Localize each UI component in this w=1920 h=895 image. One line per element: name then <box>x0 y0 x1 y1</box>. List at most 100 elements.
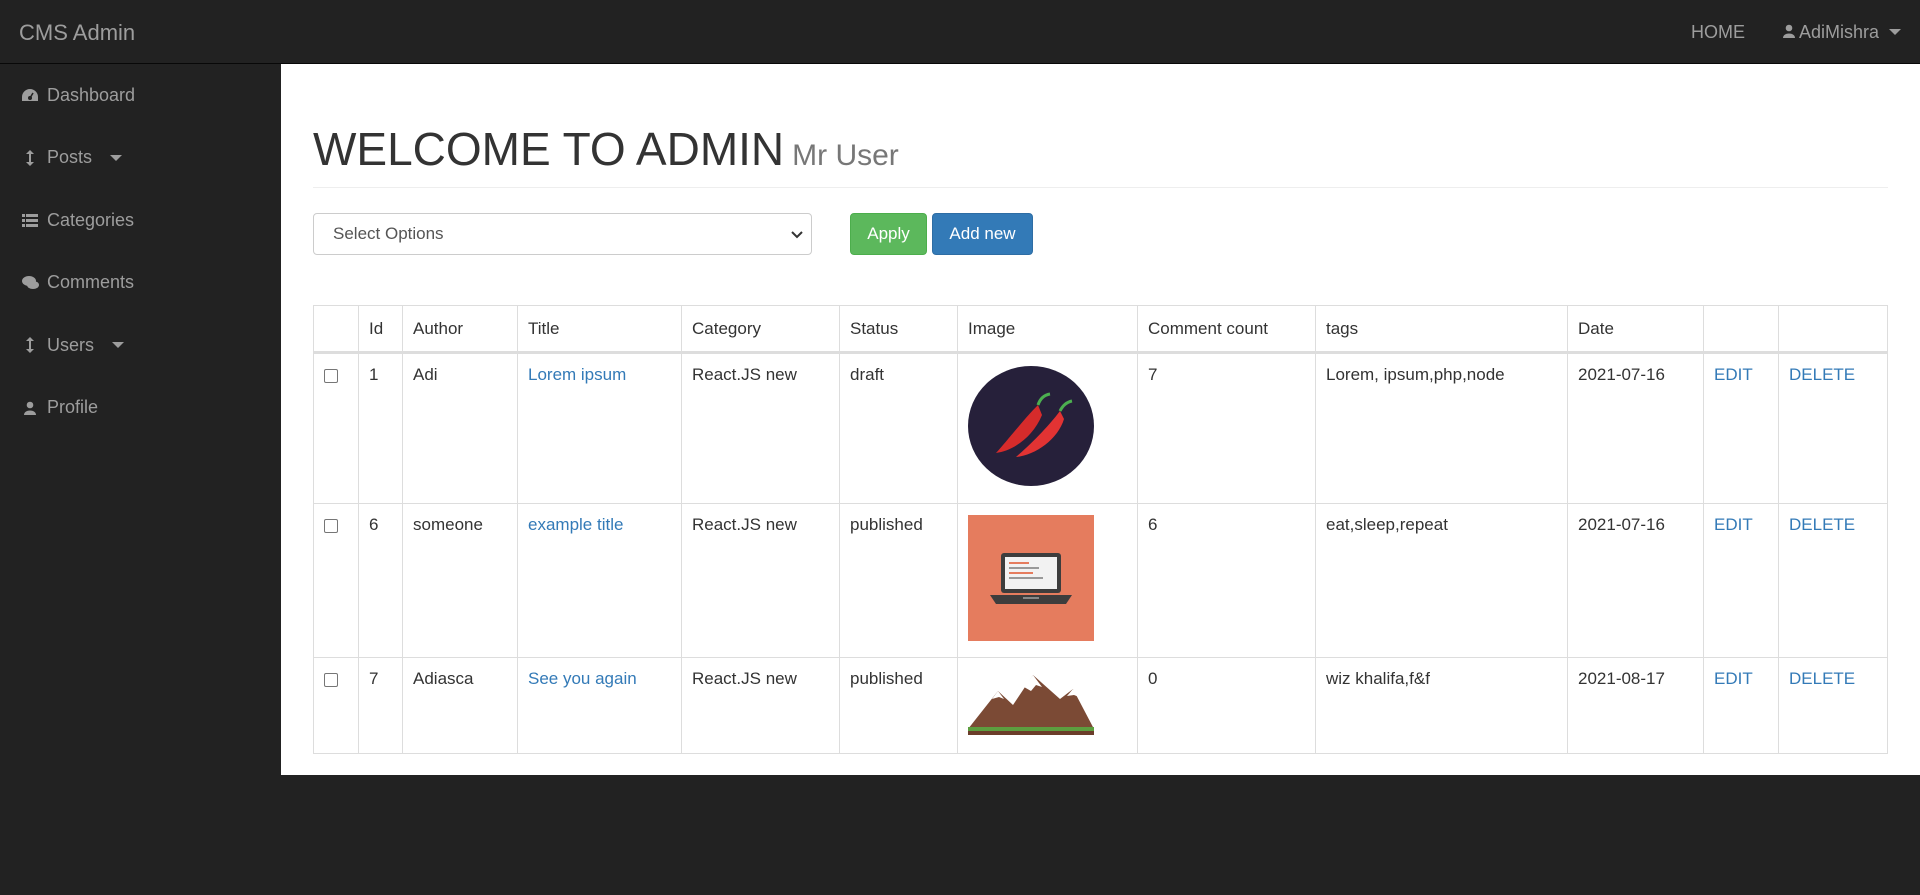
delete-link[interactable]: DELETE <box>1789 365 1855 384</box>
header-edit-col <box>1703 305 1779 354</box>
posts-table: Id Author Title Category Status Image Co… <box>313 305 1888 754</box>
cell-tags: eat,sleep,repeat <box>1315 503 1568 658</box>
page-header: WELCOME TO ADMIN Mr User <box>313 124 1888 188</box>
cell-tags: Lorem, ipsum,php,node <box>1315 352 1568 504</box>
cell-title: Lorem ipsum <box>517 352 682 504</box>
header-status: Status <box>839 305 958 354</box>
table-header-row: Id Author Title Category Status Image Co… <box>313 305 1888 354</box>
delete-link[interactable]: DELETE <box>1789 669 1855 688</box>
cell-status: published <box>839 503 958 658</box>
edit-link[interactable]: EDIT <box>1714 365 1753 384</box>
sidebar-item-label: Users <box>47 334 95 355</box>
apply-button[interactable]: Apply <box>850 213 927 255</box>
sidebar-item-comments[interactable]: Comments <box>0 252 281 315</box>
sidebar-item-label: Dashboard <box>47 84 136 105</box>
main-content: WELCOME TO ADMIN Mr User Select Options A… <box>281 64 1920 775</box>
cell-category: React.JS new <box>681 657 840 754</box>
cell-status: draft <box>839 352 958 504</box>
user-name: AdiMishra <box>1798 21 1879 42</box>
cell-tags: wiz khalifa,f&f <box>1315 657 1568 754</box>
sidebar-item-users[interactable]: Users <box>0 314 281 377</box>
cell-date: 2021-07-16 <box>1567 352 1704 504</box>
row-select-cell <box>313 352 359 504</box>
add-new-button[interactable]: Add new <box>932 213 1033 255</box>
header-tags: tags <box>1315 305 1568 354</box>
header-category: Category <box>681 305 840 354</box>
page-title-text: WELCOME TO ADMIN <box>313 123 785 175</box>
bulk-options-select[interactable]: Select Options <box>313 213 812 255</box>
cell-image <box>957 657 1138 754</box>
header-image: Image <box>957 305 1138 354</box>
cell-edit: EDIT <box>1703 657 1779 754</box>
cell-category: React.JS new <box>681 352 840 504</box>
home-link-label: HOME <box>1690 21 1745 42</box>
user-icon <box>1782 22 1795 43</box>
header-comment-count: Comment count <box>1137 305 1316 354</box>
chili-peppers-image <box>968 366 1094 486</box>
cell-comment-count: 0 <box>1137 657 1316 754</box>
arrows-v-icon <box>21 336 39 354</box>
header-delete-col <box>1778 305 1888 354</box>
chevron-down-icon <box>791 224 803 244</box>
row-checkbox[interactable] <box>324 369 338 383</box>
table-row: 7 Adiasca See you again React.JS new pub… <box>313 657 1888 754</box>
edit-link[interactable]: EDIT <box>1714 669 1753 688</box>
cell-date: 2021-08-17 <box>1567 657 1704 754</box>
cell-id: 1 <box>358 352 403 504</box>
caret-down-icon <box>112 342 125 349</box>
post-title-link[interactable]: See you again <box>528 669 637 688</box>
sidebar-item-label: Comments <box>47 272 135 293</box>
row-checkbox[interactable] <box>324 519 338 533</box>
cell-comment-count: 7 <box>1137 352 1316 504</box>
arrows-v-icon <box>21 149 39 167</box>
cell-edit: EDIT <box>1703 503 1779 658</box>
cell-image <box>957 352 1138 504</box>
caret-down-icon <box>110 154 123 161</box>
page-title: WELCOME TO ADMIN Mr User <box>313 124 1888 175</box>
home-link[interactable]: HOME <box>1672 22 1764 43</box>
top-navbar: CMS Admin HOME AdiMishra <box>0 0 1920 64</box>
sidebar-item-categories[interactable]: Categories <box>0 189 281 252</box>
table-row: 1 Adi Lorem ipsum React.JS new draft 7 L… <box>313 352 1888 504</box>
cell-image <box>957 503 1138 658</box>
cell-status: published <box>839 657 958 754</box>
cell-delete: DELETE <box>1778 503 1888 658</box>
cell-id: 7 <box>358 657 403 754</box>
header-checkbox-col <box>313 305 359 354</box>
user-icon <box>21 399 39 417</box>
sidebar-item-posts[interactable]: Posts <box>0 127 281 190</box>
edit-link[interactable]: EDIT <box>1714 515 1753 534</box>
header-id: Id <box>358 305 403 354</box>
page-subtitle: Mr User <box>792 139 899 172</box>
cell-author: Adi <box>402 352 518 504</box>
sidebar: Dashboard Posts Categories Comments User… <box>0 64 281 895</box>
bulk-toolbar: Select Options Apply Add new <box>313 213 1033 255</box>
cell-title: See you again <box>517 657 682 754</box>
cell-comment-count: 6 <box>1137 503 1316 658</box>
post-title-link[interactable]: Lorem ipsum <box>528 365 626 384</box>
comments-icon <box>21 274 39 292</box>
mountains-image <box>968 675 1094 735</box>
sidebar-item-dashboard[interactable]: Dashboard <box>0 64 281 127</box>
cell-author: someone <box>402 503 518 658</box>
cell-delete: DELETE <box>1778 352 1888 504</box>
cell-author: Adiasca <box>402 657 518 754</box>
brand-link[interactable]: CMS Admin <box>19 20 135 46</box>
cell-date: 2021-07-16 <box>1567 503 1704 658</box>
cell-category: React.JS new <box>681 503 840 658</box>
delete-link[interactable]: DELETE <box>1789 515 1855 534</box>
sidebar-item-label: Posts <box>47 147 93 168</box>
header-date: Date <box>1567 305 1704 354</box>
row-checkbox[interactable] <box>324 673 338 687</box>
post-title-link[interactable]: example title <box>528 515 623 534</box>
row-select-cell <box>313 503 359 658</box>
sidebar-item-label: Profile <box>47 397 99 418</box>
cell-title: example title <box>517 503 682 658</box>
user-dropdown[interactable]: AdiMishra <box>1764 22 1920 43</box>
sidebar-item-profile[interactable]: Profile <box>0 377 281 440</box>
select-value: Select Options <box>333 224 444 243</box>
header-author: Author <box>402 305 518 354</box>
header-title: Title <box>517 305 682 354</box>
sidebar-item-label: Categories <box>47 209 135 230</box>
list-icon <box>21 211 39 229</box>
